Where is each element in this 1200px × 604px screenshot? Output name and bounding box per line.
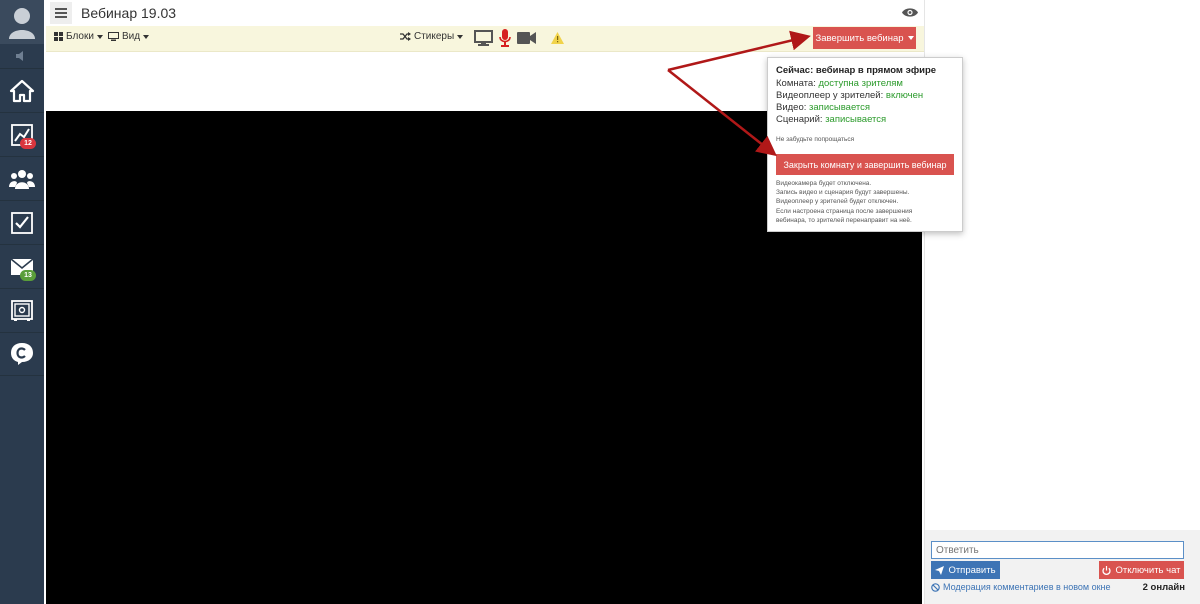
scenario-status-label: Сценарий: — [776, 114, 823, 125]
disable-chat-label: Отключить чат — [1115, 564, 1181, 576]
sidebar-item-mail[interactable]: 13 — [0, 244, 44, 288]
popup-description: Видеокамера будет отключена. Запись виде… — [776, 179, 958, 225]
scenario-status-value: записывается — [825, 114, 887, 125]
page-title: Вебинар 19.03 — [81, 5, 177, 21]
stickers-dropdown[interactable]: Стикеры — [400, 31, 464, 42]
video-status-value: записывается — [809, 102, 871, 113]
users-icon — [9, 169, 35, 189]
desc-line: вебинара, то зрителей перенаправит на не… — [776, 216, 912, 224]
sidebar-item-home[interactable] — [0, 68, 44, 112]
chat-footer: Отправить Отключить чат Модерация коммен… — [925, 530, 1200, 604]
view-dropdown[interactable]: Вид — [108, 31, 150, 42]
sidebar-item-chat[interactable] — [0, 332, 44, 376]
warning-icon — [551, 32, 564, 44]
sidebar-item-safe[interactable] — [0, 288, 44, 332]
room-status-label: Комната: — [776, 78, 816, 89]
close-room-button[interactable]: Закрыть комнату и завершить вебинар — [776, 154, 954, 175]
reply-input[interactable] — [931, 541, 1184, 559]
chat-panel: Отправить Отключить чат Модерация коммен… — [924, 0, 1200, 604]
stickers-label: Стикеры — [414, 31, 455, 42]
blocks-dropdown[interactable]: Блоки — [54, 31, 103, 42]
checklist-icon — [11, 211, 33, 234]
safe-icon — [11, 299, 33, 321]
player-status: Видеоплеер у зрителей: включен — [776, 90, 923, 101]
camera-button[interactable] — [517, 32, 536, 44]
online-count: 2 онлайн — [1142, 582, 1185, 593]
microphone-button[interactable] — [499, 29, 511, 47]
video-camera-icon — [517, 32, 536, 44]
desc-line: Если настроена страница после завершения — [776, 207, 913, 215]
caret-down-icon — [96, 34, 103, 39]
mail-badge: 13 — [20, 270, 36, 281]
chat-messages — [925, 0, 1200, 530]
chat-icon — [11, 343, 33, 365]
left-sidebar: 12 13 — [0, 0, 44, 604]
video-status-label: Видео: — [776, 102, 807, 113]
caret-down-icon — [457, 34, 464, 39]
desc-line: Видеокамера будет отключена. — [776, 180, 872, 187]
warning-indicator[interactable] — [551, 32, 564, 44]
screen-icon — [474, 30, 493, 46]
viewer-preview-button[interactable] — [902, 5, 918, 23]
sidebar-item-stats[interactable]: 12 — [0, 112, 44, 156]
end-webinar-popup: Сейчас: вебинар в прямом эфире Комната: … — [767, 57, 963, 232]
sidebar-item-users[interactable] — [0, 156, 44, 200]
video-status: Видео: записывается — [776, 102, 870, 113]
paper-plane-icon — [935, 565, 945, 575]
end-webinar-button[interactable]: Завершить вебинар — [813, 27, 916, 49]
send-button[interactable]: Отправить — [931, 561, 1000, 579]
moderation-link[interactable]: Модерация комментариев в новом окне — [931, 582, 1111, 592]
caret-down-icon — [907, 36, 914, 40]
shuffle-icon — [400, 32, 411, 41]
room-status: Комната: доступна зрителям — [776, 78, 903, 89]
hamburger-icon — [55, 8, 67, 18]
player-status-label: Видеоплеер у зрителей: — [776, 90, 884, 101]
microphone-icon — [499, 29, 511, 47]
desc-line: Запись видео и сценария будут завершены. — [776, 189, 910, 197]
user-avatar[interactable] — [0, 0, 44, 44]
eye-icon — [902, 8, 918, 17]
goodbye-note: Не забудьте попрощаться — [776, 136, 855, 143]
scenario-status: Сценарий: записывается — [776, 114, 886, 125]
grid-icon — [54, 32, 63, 41]
user-icon — [9, 8, 35, 39]
send-label: Отправить — [948, 564, 996, 576]
power-icon — [1102, 565, 1112, 575]
toolbar: Блоки Вид Стикеры Завершить вебинар — [46, 26, 924, 52]
speaker-icon — [16, 51, 23, 61]
blocks-label: Блоки — [66, 31, 94, 42]
collapse-sidebar-button[interactable] — [0, 46, 44, 66]
view-label: Вид — [122, 31, 141, 42]
stats-badge: 12 — [20, 138, 36, 149]
end-webinar-label: Завершить вебинар — [815, 32, 904, 44]
desc-line: Видеоплеер у зрителей будет отключен. — [776, 198, 899, 206]
top-bar: Вебинар 19.03 — [46, 0, 924, 26]
ban-icon — [931, 582, 940, 592]
popup-title: Сейчас: вебинар в прямом эфире — [776, 65, 937, 76]
home-icon — [9, 79, 35, 102]
disable-chat-button[interactable]: Отключить чат — [1099, 561, 1184, 579]
screen-share-button[interactable] — [474, 30, 493, 46]
player-status-value: включен — [885, 90, 924, 101]
room-status-value: доступна зрителям — [818, 78, 903, 89]
moderation-link-label: Модерация комментариев в новом окне — [943, 582, 1111, 592]
caret-down-icon — [143, 34, 150, 39]
sidebar-item-tasks[interactable] — [0, 200, 44, 244]
monitor-icon — [108, 32, 119, 41]
menu-button[interactable] — [50, 2, 72, 24]
